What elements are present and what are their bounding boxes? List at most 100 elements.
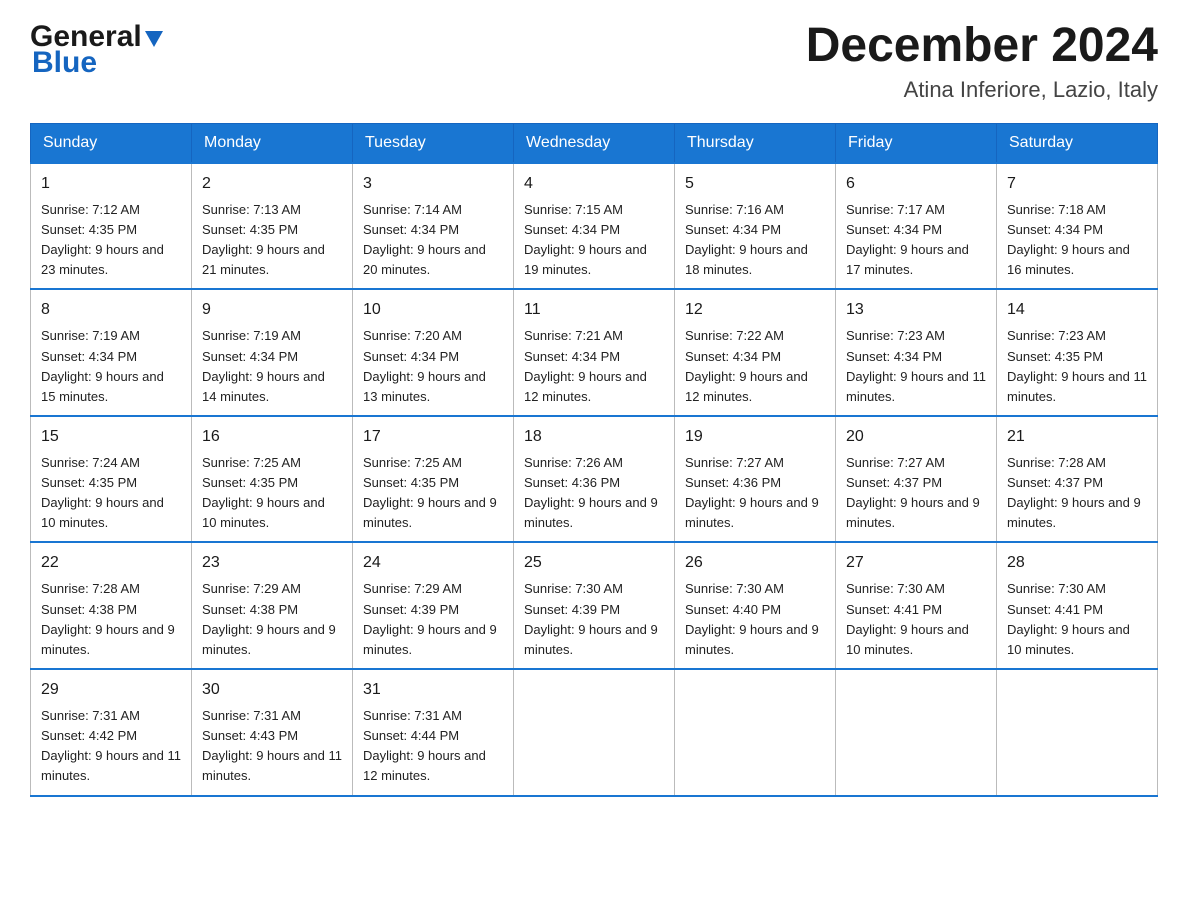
calendar-cell: 14 Sunrise: 7:23 AMSunset: 4:35 PMDayligh… xyxy=(997,289,1158,416)
calendar-cell: 23 Sunrise: 7:29 AMSunset: 4:38 PMDayligh… xyxy=(192,542,353,669)
day-number: 2 xyxy=(202,172,342,196)
calendar-cell: 5 Sunrise: 7:16 AMSunset: 4:34 PMDaylight… xyxy=(675,163,836,290)
day-number: 5 xyxy=(685,172,825,196)
calendar-cell: 11 Sunrise: 7:21 AMSunset: 4:34 PMDayligh… xyxy=(514,289,675,416)
day-info: Sunrise: 7:15 AMSunset: 4:34 PMDaylight:… xyxy=(524,200,664,281)
day-info: Sunrise: 7:29 AMSunset: 4:38 PMDaylight:… xyxy=(202,579,342,660)
calendar-cell: 7Sunrise: 7:18 AMSunset: 4:34 PMDaylight… xyxy=(997,163,1158,290)
day-number: 3 xyxy=(363,172,503,196)
day-info: Sunrise: 7:31 AMSunset: 4:43 PMDaylight:… xyxy=(202,706,342,787)
day-number: 9 xyxy=(202,298,342,322)
calendar-cell: 18 Sunrise: 7:26 AMSunset: 4:36 PMDayligh… xyxy=(514,416,675,543)
calendar-cell xyxy=(514,669,675,796)
calendar-cell: 1 Sunrise: 7:12 AMSunset: 4:35 PMDaylight… xyxy=(31,163,192,290)
day-number: 30 xyxy=(202,678,342,702)
day-number: 23 xyxy=(202,551,342,575)
calendar-cell: 9 Sunrise: 7:19 AMSunset: 4:34 PMDaylight… xyxy=(192,289,353,416)
calendar-week-row: 8 Sunrise: 7:19 AMSunset: 4:34 PMDaylight… xyxy=(31,289,1158,416)
calendar-cell: 31 Sunrise: 7:31 AMSunset: 4:44 PMDayligh… xyxy=(353,669,514,796)
day-info: Sunrise: 7:25 AMSunset: 4:35 PMDaylight:… xyxy=(363,453,503,534)
day-info: Sunrise: 7:19 AMSunset: 4:34 PMDaylight:… xyxy=(202,326,342,407)
day-number: 18 xyxy=(524,425,664,449)
day-number: 12 xyxy=(685,298,825,322)
day-info: Sunrise: 7:16 AMSunset: 4:34 PMDaylight:… xyxy=(685,200,825,281)
day-number: 6 xyxy=(846,172,986,196)
calendar-cell: 15 Sunrise: 7:24 AMSunset: 4:35 PMDayligh… xyxy=(31,416,192,543)
day-number: 11 xyxy=(524,298,664,322)
logo: General Blue xyxy=(30,20,165,80)
day-number: 27 xyxy=(846,551,986,575)
calendar-cell: 26 Sunrise: 7:30 AMSunset: 4:40 PMDayligh… xyxy=(675,542,836,669)
calendar-cell: 29Sunrise: 7:31 AMSunset: 4:42 PMDayligh… xyxy=(31,669,192,796)
day-info: Sunrise: 7:30 AMSunset: 4:39 PMDaylight:… xyxy=(524,579,664,660)
day-info: Sunrise: 7:30 AMSunset: 4:40 PMDaylight:… xyxy=(685,579,825,660)
calendar-cell: 8 Sunrise: 7:19 AMSunset: 4:34 PMDaylight… xyxy=(31,289,192,416)
day-info: Sunrise: 7:17 AMSunset: 4:34 PMDaylight:… xyxy=(846,200,986,281)
calendar-week-row: 22 Sunrise: 7:28 AMSunset: 4:38 PMDayligh… xyxy=(31,542,1158,669)
page-location: Atina Inferiore, Lazio, Italy xyxy=(806,77,1158,103)
logo-blue-text: Blue xyxy=(32,46,97,80)
day-info: Sunrise: 7:31 AMSunset: 4:44 PMDaylight:… xyxy=(363,706,503,787)
day-number: 13 xyxy=(846,298,986,322)
calendar-table: SundayMondayTuesdayWednesdayThursdayFrid… xyxy=(30,123,1158,797)
day-number: 14 xyxy=(1007,298,1147,322)
weekday-header-tuesday: Tuesday xyxy=(353,123,514,163)
day-number: 28 xyxy=(1007,551,1147,575)
day-number: 15 xyxy=(41,425,181,449)
calendar-cell xyxy=(997,669,1158,796)
calendar-cell: 13 Sunrise: 7:23 AMSunset: 4:34 PMDayligh… xyxy=(836,289,997,416)
day-info: Sunrise: 7:25 AMSunset: 4:35 PMDaylight:… xyxy=(202,453,342,534)
day-number: 24 xyxy=(363,551,503,575)
day-number: 20 xyxy=(846,425,986,449)
calendar-cell: 6 Sunrise: 7:17 AMSunset: 4:34 PMDaylight… xyxy=(836,163,997,290)
day-info: Sunrise: 7:27 AMSunset: 4:36 PMDaylight:… xyxy=(685,453,825,534)
weekday-header-saturday: Saturday xyxy=(997,123,1158,163)
calendar-cell: 16Sunrise: 7:25 AMSunset: 4:35 PMDayligh… xyxy=(192,416,353,543)
day-number: 21 xyxy=(1007,425,1147,449)
day-info: Sunrise: 7:30 AMSunset: 4:41 PMDaylight:… xyxy=(1007,579,1147,660)
day-info: Sunrise: 7:19 AMSunset: 4:34 PMDaylight:… xyxy=(41,326,181,407)
day-number: 25 xyxy=(524,551,664,575)
weekday-header-thursday: Thursday xyxy=(675,123,836,163)
day-info: Sunrise: 7:28 AMSunset: 4:37 PMDaylight:… xyxy=(1007,453,1147,534)
day-info: Sunrise: 7:20 AMSunset: 4:34 PMDaylight:… xyxy=(363,326,503,407)
weekday-header-sunday: Sunday xyxy=(31,123,192,163)
day-info: Sunrise: 7:28 AMSunset: 4:38 PMDaylight:… xyxy=(41,579,181,660)
calendar-cell: 20 Sunrise: 7:27 AMSunset: 4:37 PMDayligh… xyxy=(836,416,997,543)
calendar-cell xyxy=(836,669,997,796)
page-title: December 2024 xyxy=(806,20,1158,73)
day-info: Sunrise: 7:23 AMSunset: 4:34 PMDaylight:… xyxy=(846,326,986,407)
day-info: Sunrise: 7:29 AMSunset: 4:39 PMDaylight:… xyxy=(363,579,503,660)
calendar-cell: 21 Sunrise: 7:28 AMSunset: 4:37 PMDayligh… xyxy=(997,416,1158,543)
day-number: 19 xyxy=(685,425,825,449)
day-info: Sunrise: 7:24 AMSunset: 4:35 PMDaylight:… xyxy=(41,453,181,534)
day-info: Sunrise: 7:21 AMSunset: 4:34 PMDaylight:… xyxy=(524,326,664,407)
day-info: Sunrise: 7:14 AMSunset: 4:34 PMDaylight:… xyxy=(363,200,503,281)
day-info: Sunrise: 7:31 AMSunset: 4:42 PMDaylight:… xyxy=(41,706,181,787)
day-number: 1 xyxy=(41,172,181,196)
day-info: Sunrise: 7:22 AMSunset: 4:34 PMDaylight:… xyxy=(685,326,825,407)
calendar-cell: 30 Sunrise: 7:31 AMSunset: 4:43 PMDayligh… xyxy=(192,669,353,796)
logo-triangle-icon xyxy=(143,27,165,49)
title-block: December 2024 Atina Inferiore, Lazio, It… xyxy=(806,20,1158,103)
day-number: 26 xyxy=(685,551,825,575)
day-number: 22 xyxy=(41,551,181,575)
calendar-cell: 10 Sunrise: 7:20 AMSunset: 4:34 PMDayligh… xyxy=(353,289,514,416)
day-info: Sunrise: 7:30 AMSunset: 4:41 PMDaylight:… xyxy=(846,579,986,660)
calendar-cell: 2 Sunrise: 7:13 AMSunset: 4:35 PMDaylight… xyxy=(192,163,353,290)
day-number: 31 xyxy=(363,678,503,702)
day-info: Sunrise: 7:27 AMSunset: 4:37 PMDaylight:… xyxy=(846,453,986,534)
day-number: 17 xyxy=(363,425,503,449)
day-info: Sunrise: 7:26 AMSunset: 4:36 PMDaylight:… xyxy=(524,453,664,534)
day-number: 10 xyxy=(363,298,503,322)
day-info: Sunrise: 7:18 AMSunset: 4:34 PMDaylight:… xyxy=(1007,200,1147,281)
day-info: Sunrise: 7:23 AMSunset: 4:35 PMDaylight:… xyxy=(1007,326,1147,407)
day-number: 4 xyxy=(524,172,664,196)
calendar-cell: 19 Sunrise: 7:27 AMSunset: 4:36 PMDayligh… xyxy=(675,416,836,543)
calendar-cell: 3 Sunrise: 7:14 AMSunset: 4:34 PMDaylight… xyxy=(353,163,514,290)
weekday-header-wednesday: Wednesday xyxy=(514,123,675,163)
calendar-week-row: 29Sunrise: 7:31 AMSunset: 4:42 PMDayligh… xyxy=(31,669,1158,796)
day-info: Sunrise: 7:12 AMSunset: 4:35 PMDaylight:… xyxy=(41,200,181,281)
day-info: Sunrise: 7:13 AMSunset: 4:35 PMDaylight:… xyxy=(202,200,342,281)
day-number: 8 xyxy=(41,298,181,322)
